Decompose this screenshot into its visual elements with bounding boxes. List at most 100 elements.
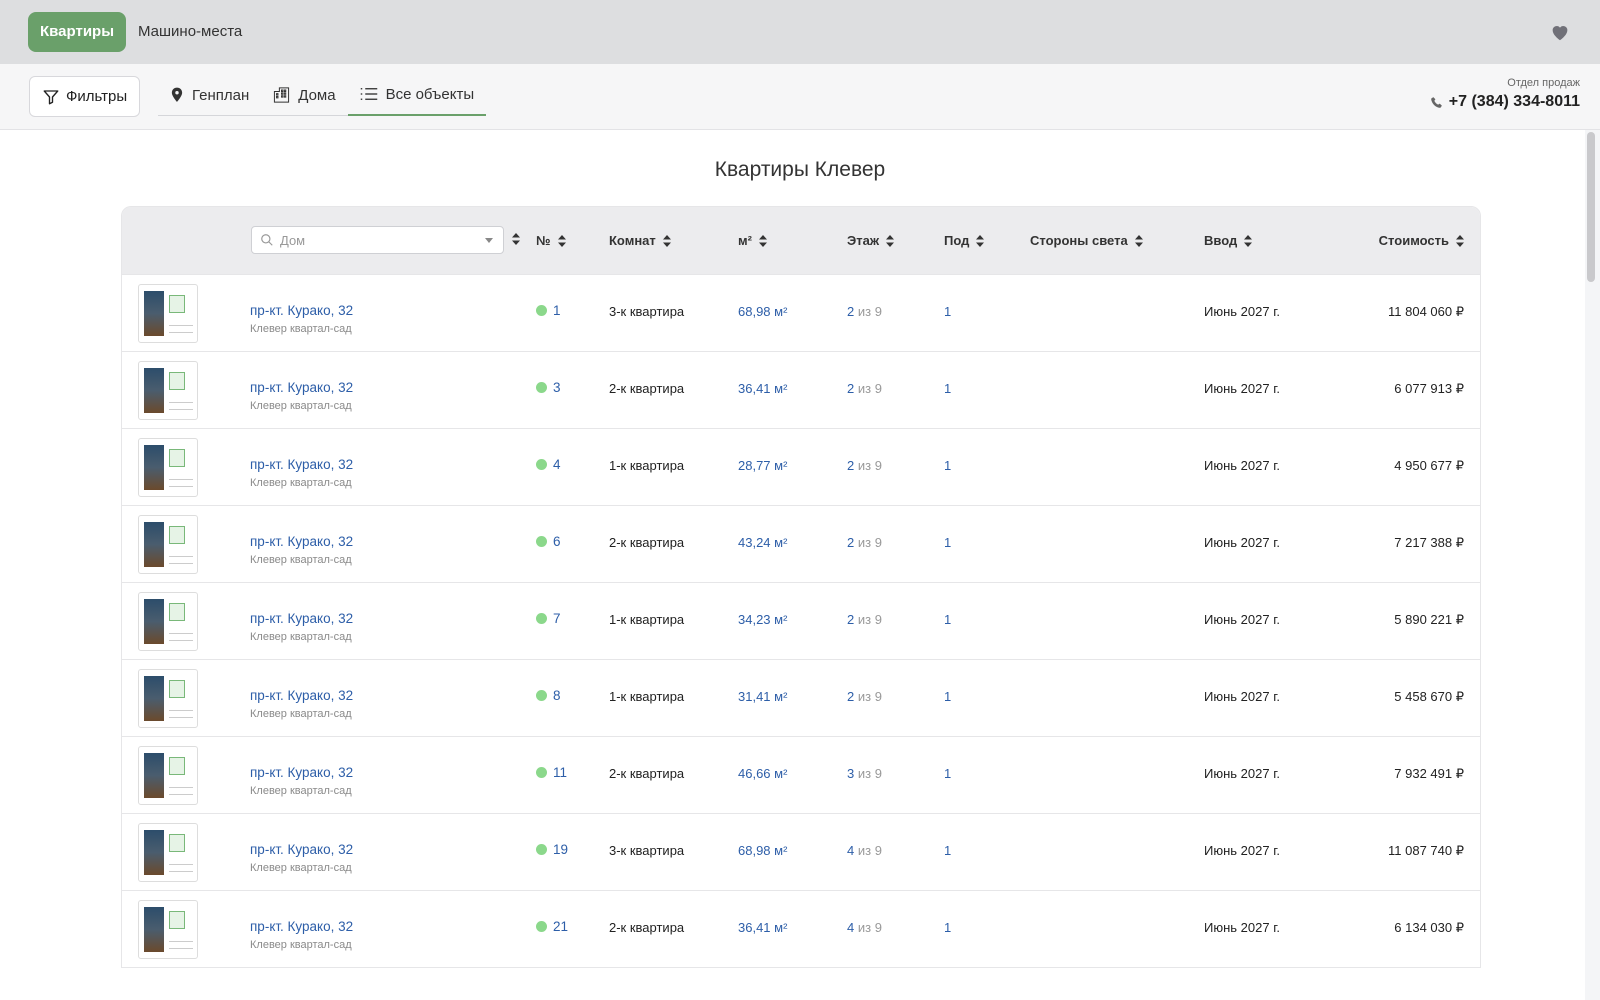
col-price[interactable]: Стоимость <box>1379 233 1464 248</box>
apartment-thumbnail[interactable] <box>138 361 198 420</box>
apartment-thumbnail[interactable] <box>138 900 198 959</box>
tab-apartments[interactable]: Квартиры <box>28 12 127 52</box>
row-pod[interactable]: 1 <box>944 689 951 704</box>
row-rooms: 2-к квартира <box>609 920 685 935</box>
tab-houses[interactable]: Дома <box>261 74 347 116</box>
apartment-thumbnail[interactable] <box>138 823 198 882</box>
row-floor[interactable]: 2 из 9 <box>847 458 882 473</box>
tab-parking[interactable]: Машино-места <box>138 12 242 52</box>
tab-all-objects[interactable]: Все объекты <box>347 74 487 116</box>
sales-phone[interactable]: +7 (384) 334-8011 <box>1430 93 1580 111</box>
apartment-thumbnail[interactable] <box>138 669 198 728</box>
row-number[interactable]: 6 <box>536 534 561 549</box>
row-floor[interactable]: 2 из 9 <box>847 381 882 396</box>
row-floor[interactable]: 2 из 9 <box>847 535 882 550</box>
row-vvod: Июнь 2027 г. <box>1204 689 1280 704</box>
status-dot-icon <box>536 536 547 547</box>
row-number[interactable]: 1 <box>536 303 561 318</box>
col-sides[interactable]: Стороны света <box>1030 233 1143 248</box>
row-address-link[interactable]: пр-кт. Курако, 32 <box>250 303 353 318</box>
scrollbar[interactable] <box>1587 132 1595 282</box>
row-floors-total: 9 <box>874 612 882 627</box>
apartment-thumbnail[interactable] <box>138 746 198 805</box>
row-complex-name: Клевер квартал-сад <box>250 400 352 412</box>
col-num[interactable]: № <box>536 233 566 248</box>
row-address-link[interactable]: пр-кт. Курако, 32 <box>250 611 353 626</box>
row-address-link[interactable]: пр-кт. Курако, 32 <box>250 380 353 395</box>
row-address-link[interactable]: пр-кт. Курако, 32 <box>250 765 353 780</box>
col-pod[interactable]: Под <box>944 233 985 248</box>
table-row[interactable]: пр-кт. Курако, 32 Клевер квартал-сад 19 … <box>122 813 1480 890</box>
row-number[interactable]: 11 <box>536 765 567 780</box>
row-number-label: 3 <box>553 380 561 395</box>
row-rooms: 1-к квартира <box>609 458 685 473</box>
building-photo <box>144 291 164 336</box>
heart-icon[interactable] <box>1549 21 1571 43</box>
row-complex-name: Клевер квартал-сад <box>250 477 352 489</box>
col-rooms[interactable]: Комнат <box>609 233 671 248</box>
row-number[interactable]: 7 <box>536 611 561 626</box>
status-dot-icon <box>536 844 547 855</box>
row-floor[interactable]: 2 из 9 <box>847 689 882 704</box>
table-row[interactable]: пр-кт. Курако, 32 Клевер квартал-сад 6 2… <box>122 505 1480 582</box>
table-row[interactable]: пр-кт. Курако, 32 Клевер квартал-сад 7 1… <box>122 582 1480 659</box>
row-address-link[interactable]: пр-кт. Курако, 32 <box>250 534 353 549</box>
row-area[interactable]: 68,98 м² <box>738 304 787 319</box>
row-pod[interactable]: 1 <box>944 612 951 627</box>
building-photo <box>144 830 164 875</box>
table-row[interactable]: пр-кт. Курако, 32 Клевер квартал-сад 3 2… <box>122 351 1480 428</box>
row-address-link[interactable]: пр-кт. Курако, 32 <box>250 457 353 472</box>
row-area[interactable]: 68,98 м² <box>738 843 787 858</box>
table-row[interactable]: пр-кт. Курако, 32 Клевер квартал-сад 21 … <box>122 890 1480 967</box>
row-number[interactable]: 3 <box>536 380 561 395</box>
row-area[interactable]: 31,41 м² <box>738 689 787 704</box>
row-address-link[interactable]: пр-кт. Курако, 32 <box>250 919 353 934</box>
row-floor[interactable]: 4 из 9 <box>847 843 882 858</box>
filters-button[interactable]: Фильтры <box>29 76 141 117</box>
row-area[interactable]: 28,77 м² <box>738 458 787 473</box>
row-pod[interactable]: 1 <box>944 304 951 319</box>
row-area[interactable]: 43,24 м² <box>738 535 787 550</box>
row-area[interactable]: 36,41 м² <box>738 381 787 396</box>
table-row[interactable]: пр-кт. Курако, 32 Клевер квартал-сад 11 … <box>122 736 1480 813</box>
row-number[interactable]: 8 <box>536 688 561 703</box>
row-pod[interactable]: 1 <box>944 381 951 396</box>
row-number[interactable]: 4 <box>536 457 561 472</box>
row-pod[interactable]: 1 <box>944 535 951 550</box>
row-complex-name: Клевер квартал-сад <box>250 554 352 566</box>
row-price: 6 077 913 ₽ <box>1394 381 1464 396</box>
apartment-thumbnail[interactable] <box>138 592 198 651</box>
row-area[interactable]: 36,41 м² <box>738 920 787 935</box>
row-pod[interactable]: 1 <box>944 920 951 935</box>
col-vvod[interactable]: Ввод <box>1204 233 1253 248</box>
row-address-link[interactable]: пр-кт. Курако, 32 <box>250 842 353 857</box>
row-pod[interactable]: 1 <box>944 766 951 781</box>
col-floor[interactable]: Этаж <box>847 233 895 248</box>
row-pod[interactable]: 1 <box>944 843 951 858</box>
row-area[interactable]: 34,23 м² <box>738 612 787 627</box>
apartment-thumbnail[interactable] <box>138 284 198 343</box>
building-photo <box>144 368 164 413</box>
row-number[interactable]: 21 <box>536 919 568 934</box>
row-floor[interactable]: 2 из 9 <box>847 612 882 627</box>
row-floor-value: 3 <box>847 766 855 781</box>
row-floor[interactable]: 3 из 9 <box>847 766 882 781</box>
row-area[interactable]: 46,66 м² <box>738 766 787 781</box>
apartment-thumbnail[interactable] <box>138 515 198 574</box>
table-row[interactable]: пр-кт. Курако, 32 Клевер квартал-сад 8 1… <box>122 659 1480 736</box>
tab-genplan[interactable]: Генплан <box>158 74 261 116</box>
apartment-thumbnail[interactable] <box>138 438 198 497</box>
table-row[interactable]: пр-кт. Курако, 32 Клевер квартал-сад 4 1… <box>122 428 1480 505</box>
table-row[interactable]: пр-кт. Курако, 32 Клевер квартал-сад 1 3… <box>122 274 1480 351</box>
row-address-link[interactable]: пр-кт. Курако, 32 <box>250 688 353 703</box>
row-number[interactable]: 19 <box>536 842 568 857</box>
house-select[interactable]: Дом <box>251 226 504 254</box>
row-floor[interactable]: 2 из 9 <box>847 304 882 319</box>
row-pod[interactable]: 1 <box>944 458 951 473</box>
col-area[interactable]: м² <box>738 233 767 248</box>
status-dot-icon <box>536 382 547 393</box>
row-floor[interactable]: 4 из 9 <box>847 920 882 935</box>
row-floor-value: 2 <box>847 458 855 473</box>
sort-house-button[interactable] <box>512 233 520 245</box>
row-complex-name: Клевер квартал-сад <box>250 939 352 951</box>
